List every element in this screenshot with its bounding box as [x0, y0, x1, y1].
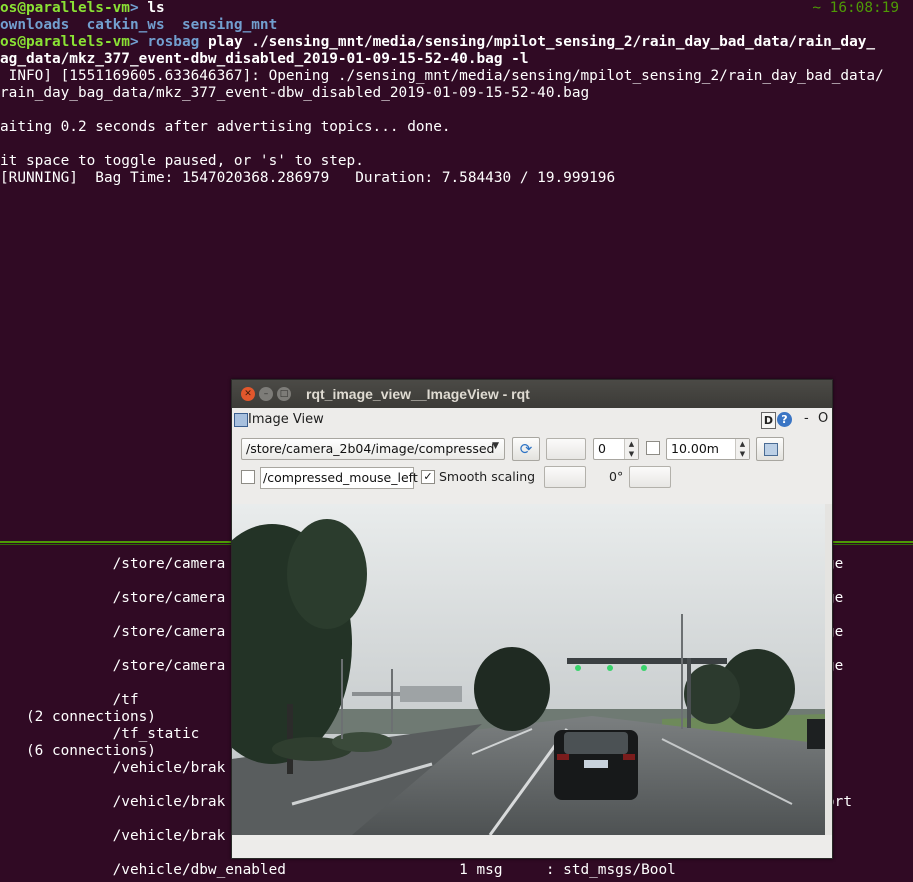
window-close-button[interactable]: ✕	[241, 387, 255, 401]
terminal-line-ls: os@parallels-vm> ls	[0, 0, 165, 17]
spinbox-value: 0	[598, 441, 606, 456]
terminal-clock: ~ 16:08:19	[812, 0, 899, 16]
save-icon	[764, 443, 778, 456]
blank-button[interactable]	[546, 438, 586, 460]
smooth-scaling-label: Smooth scaling	[439, 469, 536, 484]
value-spinbox[interactable]: 0 ▲ ▼	[593, 438, 639, 460]
plugin-title: Image View	[248, 412, 324, 427]
terminal-line: aiting 0.2 seconds after advertising top…	[0, 119, 451, 135]
topic-line: (6 connections)	[0, 743, 156, 759]
smooth-scaling-checkbox[interactable]: ✓	[421, 470, 435, 484]
plugin-header: Image View D ? - O	[232, 409, 832, 431]
mouse-topic-value: /compressed_mouse_left	[263, 470, 418, 485]
prompt-cmd: rosbag	[147, 34, 200, 50]
rotate-left-button[interactable]	[544, 466, 586, 488]
spin-up-icon: ▲	[739, 440, 746, 448]
terminal-line: ag_data/mkz_377_event-dbw_disabled_2019-…	[0, 51, 529, 67]
topic-line: /vehicle/brak	[0, 828, 226, 844]
publish-mouse-checkbox[interactable]	[241, 470, 255, 484]
ls-item: ownloads	[0, 17, 70, 33]
window-title: rqt_image_view__ImageView - rqt	[306, 386, 530, 402]
prompt-user: os@parallels-vm	[0, 0, 130, 16]
chevron-down-icon: ▼	[492, 441, 499, 451]
topic-line: /vehicle/brak	[0, 794, 226, 810]
topic-line: /store/camera	[0, 658, 226, 674]
topic-line: /vehicle/dbw_enabled 1 msg : std_msgs/Bo…	[0, 862, 676, 878]
window-maximize-button[interactable]: □	[277, 387, 291, 401]
topic-line: /store/camera	[0, 624, 226, 640]
spinbox-arrows[interactable]: ▲ ▼	[735, 439, 749, 459]
spin-down-icon: ▼	[628, 450, 635, 458]
dynamic-range-checkbox[interactable]	[646, 441, 660, 455]
rotation-label: 0°	[609, 469, 624, 484]
image-view-icon	[234, 413, 248, 427]
minimize-plugin-button[interactable]: -	[804, 411, 809, 426]
spin-down-icon: ▼	[739, 450, 746, 458]
terminal-line-ls-output: ownloads catkin_ws sensing_mnt	[0, 17, 277, 34]
refresh-icon: ⟳	[519, 440, 533, 458]
camera-image[interactable]	[232, 504, 825, 835]
window-titlebar[interactable]: ✕ – □ rqt_image_view__ImageView - rqt	[232, 380, 832, 408]
window-minimize-button[interactable]: –	[259, 387, 273, 401]
zoom-spinbox[interactable]: 10.00m ▲ ▼	[666, 438, 750, 460]
ls-item: sensing_mnt	[181, 17, 278, 33]
camera-image-drawing	[232, 504, 825, 835]
close-plugin-button[interactable]: O	[818, 411, 828, 426]
spinbox-arrows[interactable]: ▲ ▼	[624, 439, 638, 459]
prompt-sep: >	[129, 34, 139, 50]
prompt-user: os@parallels-vm	[0, 34, 130, 50]
topic-select-value: /store/camera_2b04/image/compressed	[246, 441, 495, 456]
topic-select[interactable]: /store/camera_2b04/image/compressed ▼	[241, 438, 505, 460]
mouse-topic-input[interactable]: /compressed_mouse_left	[260, 467, 418, 489]
topic-line: /tf_static	[0, 726, 200, 742]
topic-line: /store/camera	[0, 556, 226, 572]
terminal-line-status: [RUNNING] Bag Time: 1547020368.286979 Du…	[0, 170, 616, 186]
prompt-cmd: ls	[147, 0, 165, 16]
topic-line: (2 connections)	[0, 709, 156, 725]
prompt-sep: >	[129, 0, 139, 16]
terminal-line: INFO] [1551169605.633646367]: Opening ./…	[0, 68, 884, 84]
save-image-button[interactable]	[756, 437, 784, 461]
terminal-line: rain_day_bag_data/mkz_377_event-dbw_disa…	[0, 85, 590, 101]
prompt-args: play ./sensing_mnt/media/sensing/mpilot_…	[207, 34, 876, 50]
spin-up-icon: ▲	[628, 440, 635, 448]
terminal-line: it space to toggle paused, or 's' to ste…	[0, 153, 364, 169]
topic-line: /store/camera	[0, 590, 226, 606]
terminal-line-rosbag: os@parallels-vm> rosbag play ./sensing_m…	[0, 34, 875, 51]
help-icon[interactable]: ?	[777, 412, 792, 427]
dock-button[interactable]: D	[761, 412, 776, 429]
topic-line: /vehicle/brak	[0, 760, 226, 776]
zoom-value: 10.00m	[671, 441, 719, 456]
rotate-right-button[interactable]	[629, 466, 671, 488]
rqt-image-view-window[interactable]: ✕ – □ rqt_image_view__ImageView - rqt Im…	[231, 379, 833, 859]
refresh-topics-button[interactable]: ⟳	[512, 437, 540, 461]
image-scrollbar[interactable]	[825, 504, 832, 835]
topic-line: /tf	[0, 692, 139, 708]
ls-item: catkin_ws	[86, 17, 165, 33]
